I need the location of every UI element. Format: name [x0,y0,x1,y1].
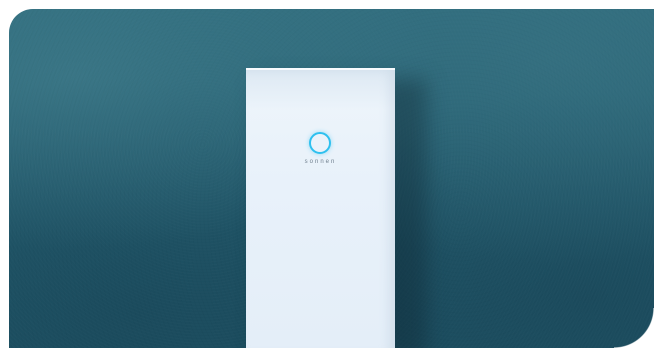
brand-logo: sonnen [304,159,337,165]
rounded-corner-mask [614,308,654,348]
home-battery-unit: sonnen [246,68,395,348]
hero-image: sonnen [9,9,654,348]
battery-top-shade [246,70,395,110]
status-light-ring-icon [309,132,331,154]
